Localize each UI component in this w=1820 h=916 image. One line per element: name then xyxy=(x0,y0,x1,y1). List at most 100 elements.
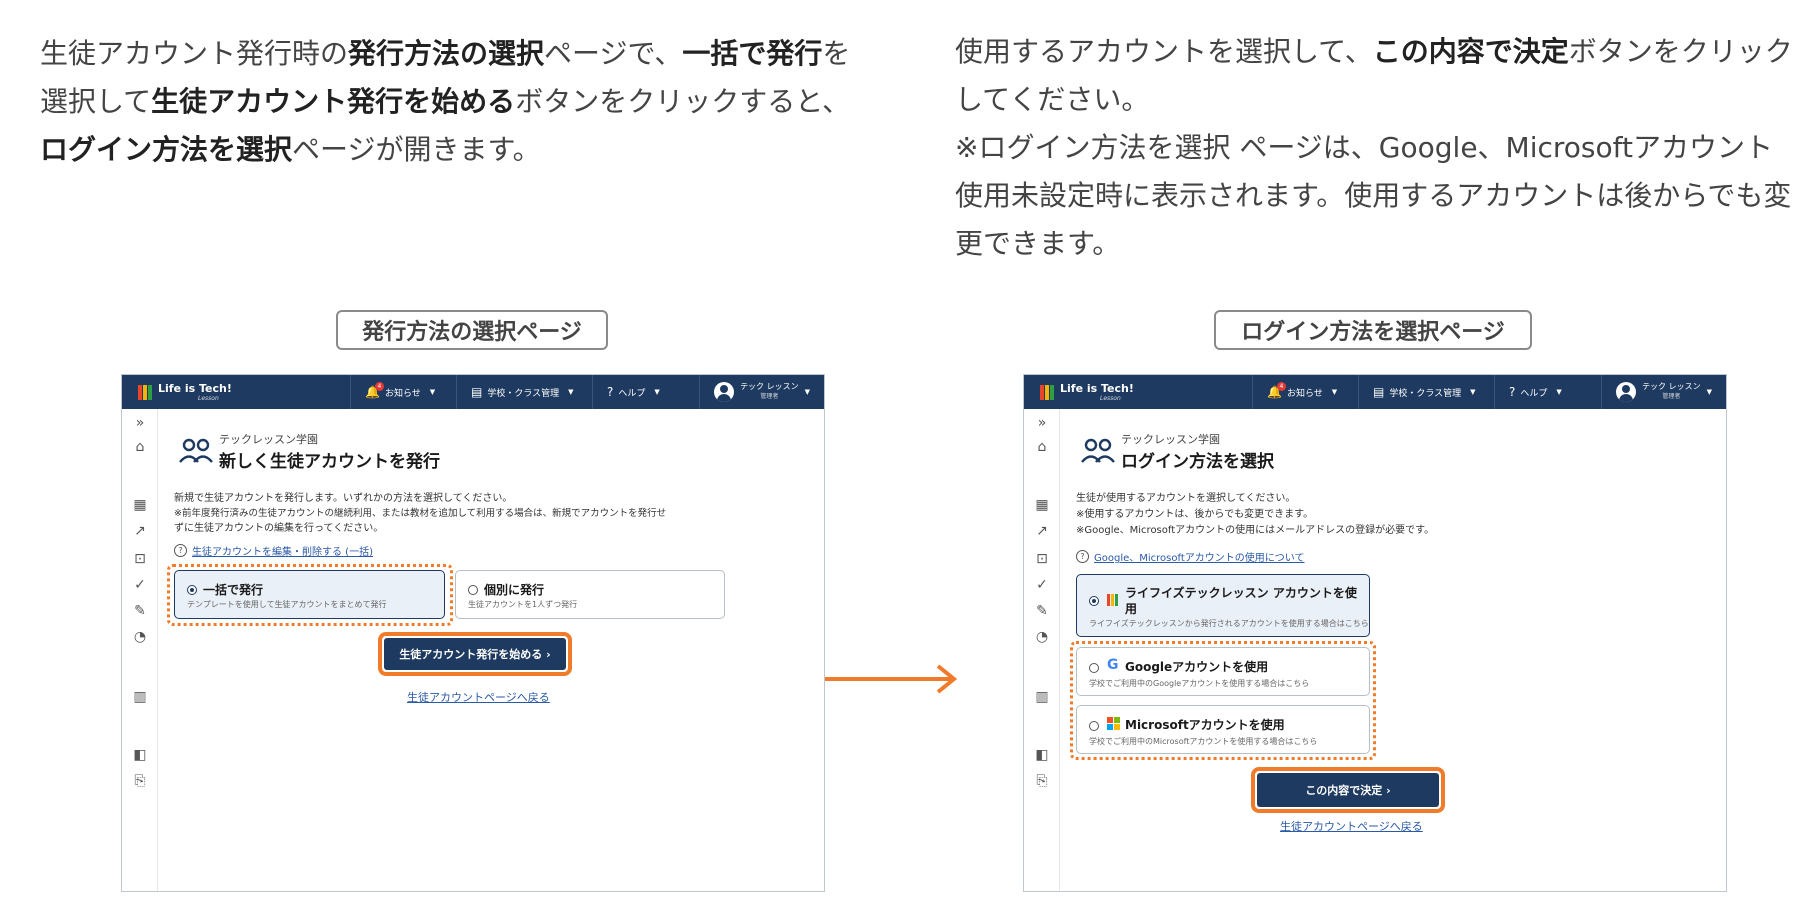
pen-icon[interactable]: ✎ xyxy=(1024,603,1060,619)
option-label: 一括で発行 xyxy=(203,583,264,597)
sidebar: » ⌂ ▦ ↗ ⊡ ✓ ✎ ◔ ▥ ◧ ⎘ xyxy=(1024,409,1060,891)
description-line: ※前年度発行済みの生徒アカウントの継続利用、または教材を追加して利用する場合は、… xyxy=(174,508,667,519)
user-name-block: テック レッスン 管理者 xyxy=(740,382,799,402)
radio-selected[interactable] xyxy=(1089,596,1099,606)
logo-text: Life is Tech! xyxy=(1060,381,1134,395)
question-icon: ? xyxy=(174,544,187,557)
check-circle-icon[interactable]: ✓ xyxy=(1024,577,1060,593)
option-label: ライフイズテックレッスン アカウントを使用 xyxy=(1125,586,1357,616)
nav-school[interactable]: ▤ 学校・クラス管理 ▼ xyxy=(1358,375,1492,409)
chevron-down-icon: ▼ xyxy=(1706,388,1712,396)
home-icon[interactable]: ⌂ xyxy=(122,439,158,455)
screen-login-method: Life is Tech! Lesson 🔔 お知らせ ▼ ▤ 学校・クラス管理… xyxy=(1023,374,1727,892)
radio-unselected[interactable] xyxy=(1089,663,1099,673)
user-menu[interactable]: テック レッスン 管理者 ▼ xyxy=(1601,375,1726,409)
option-bulk-issue[interactable]: 一括で発行 テンプレートを使用して生徒アカウントをまとめて発行 xyxy=(174,570,445,619)
intro-bold: ログイン方法を選択 xyxy=(40,133,293,166)
option-label: Microsoftアカウントを使用 xyxy=(1125,718,1285,732)
decide-button[interactable]: この内容で決定 › xyxy=(1257,773,1439,807)
option-lifeistech-account[interactable]: ライフイズテックレッスン アカウントを使用 ライフイズテックレッスンから発行され… xyxy=(1076,574,1370,637)
back-link[interactable]: 生徒アカウントページへ戻る xyxy=(407,689,550,705)
calendar-icon[interactable]: ▦ xyxy=(122,497,158,513)
page-title: ログイン方法を選択 xyxy=(1121,452,1274,472)
nav-notice[interactable]: 🔔 お知らせ ▼ xyxy=(1252,375,1356,409)
chevron-down-icon: ▼ xyxy=(568,388,574,396)
intro-text: ページが開きます。 xyxy=(292,133,541,166)
google-icon: G xyxy=(1107,657,1119,673)
caption-right: ログイン方法を選択ページ xyxy=(1214,310,1532,350)
help-link-label: Google、Microsoftアカウントの使用について xyxy=(1094,553,1305,564)
intro-text: 生徒アカウント発行時の xyxy=(40,37,349,70)
radio-unselected[interactable] xyxy=(468,585,478,595)
intro-text: 使用するアカウントを選択して、 xyxy=(955,35,1373,68)
user-role: 管理者 xyxy=(760,393,779,400)
chevron-down-icon: ▼ xyxy=(1556,388,1562,396)
option-microsoft-account[interactable]: Microsoftアカウントを使用 学校でご利用中のMicrosoftアカウント… xyxy=(1076,705,1370,754)
intro-text: ボタンをクリックすると、 xyxy=(515,85,851,118)
radio-selected[interactable] xyxy=(187,585,197,595)
calendar-icon[interactable]: ▦ xyxy=(1024,497,1060,513)
caption-left: 発行方法の選択ページ xyxy=(336,310,608,350)
description-line: ずに生徒アカウントの編集を行ってください。 xyxy=(174,523,384,534)
main-content: テックレッスン学園 新しく生徒アカウントを発行 新規で生徒アカウントを発行します… xyxy=(167,409,814,891)
home-icon[interactable]: ⌂ xyxy=(1024,439,1060,455)
microsoft-icon xyxy=(1107,717,1120,730)
presentation-icon[interactable]: ⊡ xyxy=(122,551,158,567)
expand-icon[interactable]: » xyxy=(122,415,158,431)
help-circle-icon: ? xyxy=(607,385,614,399)
chart-icon[interactable]: ▥ xyxy=(1024,689,1060,705)
nav-notice-label: お知らせ xyxy=(384,388,421,399)
file-settings-icon[interactable]: ⎘ xyxy=(1024,773,1060,789)
logo-text: Life is Tech! xyxy=(158,381,232,395)
brand-logo[interactable]: Life is Tech! Lesson xyxy=(138,381,232,402)
palette-icon[interactable]: ◔ xyxy=(1024,629,1060,645)
nav-school[interactable]: ▤ 学校・クラス管理 ▼ xyxy=(456,375,590,409)
help-link[interactable]: ? 生徒アカウントを編集・削除する (一括) xyxy=(174,543,373,558)
org-name: テックレッスン学園 xyxy=(1121,433,1220,446)
avatar xyxy=(1616,382,1637,402)
nav-help[interactable]: ? ヘルプ ▼ xyxy=(592,375,684,409)
bell-icon: 🔔 xyxy=(365,382,384,399)
brand-logo[interactable]: Life is Tech! Lesson xyxy=(1040,381,1134,402)
option-sub: テンプレートを使用して生徒アカウントをまとめて発行 xyxy=(187,600,387,609)
book-icon[interactable]: ◧ xyxy=(122,747,158,763)
pen-icon[interactable]: ✎ xyxy=(122,603,158,619)
trend-icon[interactable]: ↗ xyxy=(122,523,158,539)
intro-right-text: 使用するアカウントを選択して、この内容で決定ボタンをクリックしてください。 ※ロ… xyxy=(955,28,1795,268)
radio-unselected[interactable] xyxy=(1089,721,1099,731)
intro-left-text: 生徒アカウント発行時の発行方法の選択ページで、一括で発行を選択して生徒アカウント… xyxy=(40,30,860,174)
chevron-down-icon: ▼ xyxy=(1331,388,1338,396)
chart-icon[interactable]: ▥ xyxy=(122,689,158,705)
intro-note: ※ログイン方法を選択 ページは、Google、Microsoftアカウント使用未… xyxy=(955,131,1792,260)
check-circle-icon[interactable]: ✓ xyxy=(122,577,158,593)
intro-bold: 一括で発行 xyxy=(682,37,823,70)
option-label: Googleアカウントを使用 xyxy=(1125,660,1269,674)
user-role: 管理者 xyxy=(1662,393,1681,400)
chevron-down-icon: ▼ xyxy=(1470,388,1476,396)
book-icon[interactable]: ◧ xyxy=(1024,747,1060,763)
user-menu[interactable]: テック レッスン 管理者 ▼ xyxy=(699,375,824,409)
back-link[interactable]: 生徒アカウントページへ戻る xyxy=(1280,818,1423,834)
trend-icon[interactable]: ↗ xyxy=(1024,523,1060,539)
help-link[interactable]: ? Google、Microsoftアカウントの使用について xyxy=(1076,549,1304,564)
presentation-icon[interactable]: ⊡ xyxy=(1024,551,1060,567)
org-name: テックレッスン学園 xyxy=(219,433,318,446)
option-individual-issue[interactable]: 個別に発行 生徒アカウントを1人ずつ発行 xyxy=(455,570,725,619)
palette-icon[interactable]: ◔ xyxy=(122,629,158,645)
people-icon xyxy=(1081,438,1115,463)
nav-notice[interactable]: 🔔 お知らせ ▼ xyxy=(350,375,454,409)
start-issue-button[interactable]: 生徒アカウント発行を始める › xyxy=(384,638,566,670)
option-google-account[interactable]: G Googleアカウントを使用 学校でご利用中のGoogleアカウントを使用す… xyxy=(1076,647,1370,696)
expand-icon[interactable]: » xyxy=(1024,415,1060,431)
nav-help-label: ヘルプ xyxy=(1520,388,1548,399)
chevron-down-icon: ▼ xyxy=(429,388,436,396)
question-icon: ? xyxy=(1076,550,1089,563)
option-sub: ライフイズテックレッスンから発行されるアカウントを使用する場合はこちら xyxy=(1089,619,1369,628)
help-circle-icon: ? xyxy=(1509,385,1516,399)
option-sub: 学校でご利用中のGoogleアカウントを使用する場合はこちら xyxy=(1089,679,1310,688)
file-settings-icon[interactable]: ⎘ xyxy=(122,773,158,789)
nav-help[interactable]: ? ヘルプ ▼ xyxy=(1494,375,1586,409)
logo-subtext: Lesson xyxy=(198,394,219,402)
description-line: 生徒が使用するアカウントを選択してください。 xyxy=(1076,493,1296,504)
nav-school-label: 学校・クラス管理 xyxy=(1389,388,1462,399)
